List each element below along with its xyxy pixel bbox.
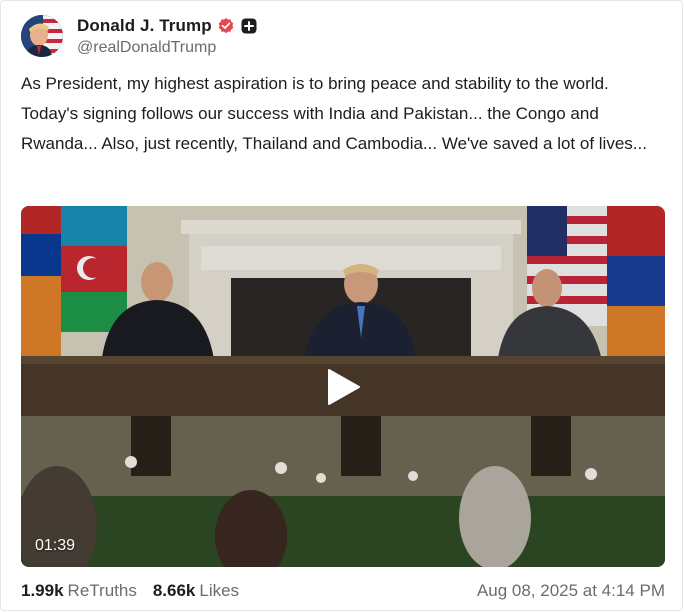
avatar-image xyxy=(21,15,63,57)
avatar[interactable] xyxy=(21,15,63,57)
play-icon xyxy=(328,369,360,405)
post-timestamp[interactable]: Aug 08, 2025 at 4:14 PM xyxy=(477,581,665,601)
retruths-count: 1.99k xyxy=(21,581,64,600)
retruths-stat[interactable]: 1.99k ReTruths xyxy=(21,581,137,601)
author-display-name[interactable]: Donald J. Trump xyxy=(77,16,212,36)
video-duration: 01:39 xyxy=(35,537,76,554)
likes-label: Likes xyxy=(199,581,240,600)
likes-count: 8.66k xyxy=(152,581,196,600)
play-button[interactable] xyxy=(321,357,365,417)
video-player[interactable]: 01:39 xyxy=(21,206,665,567)
plus-badge-icon xyxy=(241,18,257,34)
author-handle[interactable]: @realDonaldTrump xyxy=(77,39,257,57)
name-row: Donald J. Trump xyxy=(77,15,257,37)
retruths-label: ReTruths xyxy=(67,581,137,600)
likes-stat[interactable]: 8.66k Likes xyxy=(153,581,239,601)
post-card: Donald J. Trump @realDonaldTrump As Pres… xyxy=(0,0,683,611)
author-names: Donald J. Trump @realDonaldTrump xyxy=(77,15,257,57)
verified-badge-icon xyxy=(217,17,235,35)
post-header: Donald J. Trump @realDonaldTrump xyxy=(21,13,257,59)
post-footer: 1.99k ReTruths 8.66k Likes Aug 08, 2025 … xyxy=(21,579,665,603)
post-text: As President, my highest aspiration is t… xyxy=(21,74,647,153)
